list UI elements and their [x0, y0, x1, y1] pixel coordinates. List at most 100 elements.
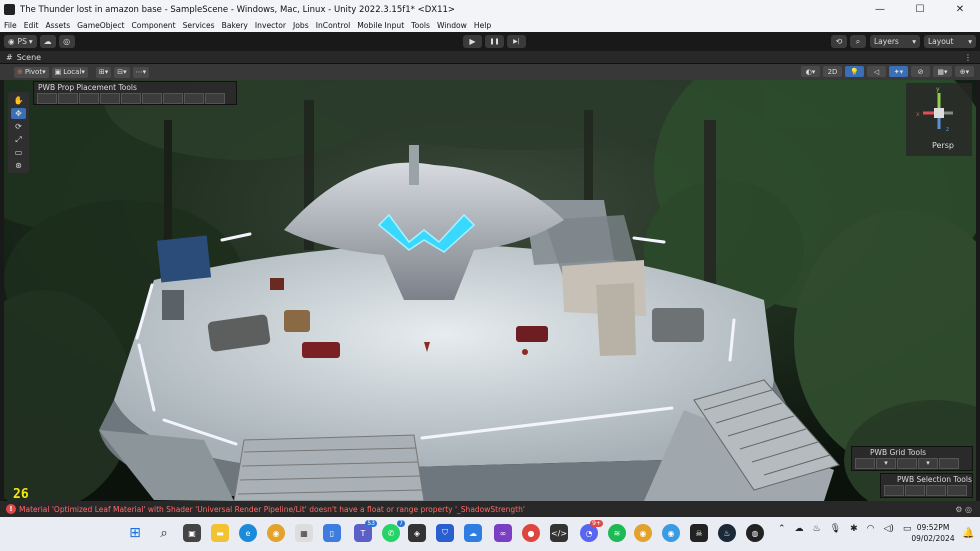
rotate-tool-button[interactable]: ⟳ [11, 121, 26, 132]
edge-button[interactable]: e [239, 524, 257, 542]
pwb-tool-button[interactable] [121, 93, 141, 104]
steam-tray-icon[interactable]: ♨ [813, 524, 821, 534]
mouse-app-button[interactable]: ▯ [323, 524, 341, 542]
discord-button[interactable]: ◔ 9+ [580, 520, 603, 542]
projection-label[interactable]: Persp [932, 141, 954, 150]
shading-mode-button[interactable]: ◐▾ [801, 66, 820, 77]
collab-button[interactable]: ◎ [58, 35, 75, 48]
grid-visibility-button[interactable]: ⊟▾ [114, 66, 130, 78]
teams-button[interactable]: T 53 [354, 520, 377, 542]
notifications-bell-icon[interactable]: 🔔 [962, 528, 974, 539]
layout-dropdown[interactable]: Layout ▾ [924, 35, 976, 48]
pause-button[interactable]: ❚❚ [485, 35, 504, 48]
scene-viewport[interactable] [4, 80, 976, 501]
tray-overflow-icon[interactable]: ⌃ [778, 524, 786, 534]
maximize-button[interactable]: ☐ [900, 0, 940, 19]
menu-services[interactable]: Services [183, 21, 215, 30]
onedrive-tray-icon[interactable]: ☁ [795, 524, 804, 534]
console-status-bar[interactable]: ! Material 'Optimized Leaf Material' wit… [0, 501, 980, 517]
taskbar-clock[interactable]: 09:52PM 09/02/2024 [906, 522, 960, 544]
pwb-tool-button[interactable] [205, 93, 225, 104]
pwb-grid-button[interactable] [939, 458, 959, 469]
transform-tool-button[interactable]: ⊛ [11, 160, 26, 171]
whatsapp-button[interactable]: ✆ 7 [382, 520, 405, 542]
file-explorer-button[interactable]: ▬ [211, 524, 229, 542]
bluetooth-icon[interactable]: ✱ [850, 524, 858, 534]
pwb-tool-button[interactable] [142, 93, 162, 104]
menu-component[interactable]: Component [132, 21, 176, 30]
menu-help[interactable]: Help [474, 21, 491, 30]
increment-snap-button[interactable]: ⋯▾ [132, 66, 150, 78]
pwb-tool-button[interactable] [184, 93, 204, 104]
pwb-tool-button[interactable] [163, 93, 183, 104]
security-button[interactable]: ⛉ [436, 524, 454, 542]
chrome-profile-button[interactable]: ◉ [634, 524, 652, 542]
pwb-selection-button[interactable] [884, 485, 904, 496]
pwb-selection-button[interactable] [947, 485, 967, 496]
mic-icon[interactable]: 🎙 [830, 524, 841, 534]
menu-incontrol[interactable]: InControl [316, 21, 351, 30]
gizmos-button[interactable]: ⊕▾ [955, 66, 974, 77]
close-button[interactable]: ✕ [940, 0, 980, 19]
pwb-tool-button[interactable] [79, 93, 99, 104]
wifi-icon[interactable]: ◠ [867, 524, 875, 534]
task-view-button[interactable]: ▣ [183, 524, 201, 542]
step-button[interactable]: ▶| [507, 35, 526, 48]
audio-toggle[interactable]: ◁ [867, 66, 886, 77]
visual-studio-button[interactable]: ∞ [494, 524, 512, 542]
minimize-button[interactable]: — [860, 0, 900, 19]
menu-window[interactable]: Window [437, 21, 467, 30]
lighting-toggle[interactable]: 💡 [845, 66, 864, 77]
menu-gameobject[interactable]: GameObject [77, 21, 124, 30]
pwb-tool-button[interactable] [58, 93, 78, 104]
local-dropdown[interactable]: ▣ Local ▾ [51, 66, 88, 78]
pwb-tool-button[interactable] [37, 93, 57, 104]
effects-toggle[interactable]: ✦▾ [889, 66, 908, 77]
code-editor-button[interactable]: </> [550, 524, 568, 542]
pwb-selection-button[interactable] [905, 485, 925, 496]
menu-jobs[interactable]: Jobs [293, 21, 309, 30]
tab-scene[interactable]: Scene [17, 53, 41, 62]
pwb-selection-button[interactable] [926, 485, 946, 496]
volume-icon[interactable]: ◁) [883, 524, 893, 534]
steam-button[interactable]: ♨ [718, 524, 736, 542]
play-button[interactable]: ▶ [463, 35, 482, 48]
menu-assets[interactable]: Assets [45, 21, 70, 30]
rect-tool-button[interactable]: ▭ [11, 147, 26, 158]
pwb-grid-dropdown[interactable]: ▾ [876, 458, 896, 469]
pwb-grid-button[interactable] [897, 458, 917, 469]
spotify-button[interactable]: ≋ [608, 524, 626, 542]
search-button[interactable]: ⌕ [850, 35, 866, 48]
menu-edit[interactable]: Edit [24, 21, 39, 30]
account-dropdown[interactable]: ◉ PS ▾ [4, 35, 37, 48]
obs-button[interactable]: ◍ [746, 524, 764, 542]
chrome-profile-2-button[interactable]: ◉ [662, 524, 680, 542]
media-player-button[interactable]: ● [522, 524, 540, 542]
pwb-grid-dropdown[interactable]: ▾ [918, 458, 938, 469]
pwb-tool-button[interactable] [100, 93, 120, 104]
unity-hub-button[interactable]: ◈ [408, 524, 426, 542]
menu-bakery[interactable]: Bakery [222, 21, 248, 30]
cloud-button[interactable]: ☁ [39, 35, 56, 48]
tab-menu-icon[interactable]: ⋮ [964, 53, 972, 62]
game-app-button[interactable]: ☠ [690, 524, 708, 542]
menu-file[interactable]: File [4, 21, 17, 30]
menu-invector[interactable]: Invector [255, 21, 286, 30]
hidden-objects-toggle[interactable]: ⊘ [911, 66, 930, 77]
camera-settings-button[interactable]: ▦▾ [933, 66, 952, 77]
pwb-grid-button[interactable] [855, 458, 875, 469]
onedrive-button[interactable]: ☁ [464, 524, 482, 542]
scale-tool-button[interactable]: ⤢ [11, 134, 26, 145]
chrome-button[interactable]: ◉ [267, 524, 285, 542]
taskbar-search-button[interactable]: ⌕ [155, 524, 173, 542]
history-button[interactable]: ⟲ [831, 35, 847, 48]
menu-mobile-input[interactable]: Mobile Input [357, 21, 404, 30]
grid-snap-button[interactable]: ⊞▾ [95, 66, 112, 78]
layers-dropdown[interactable]: Layers ▾ [870, 35, 920, 48]
mode-2d-button[interactable]: 2D [823, 66, 842, 77]
pivot-dropdown[interactable]: ⊕ Pivot ▾ [14, 66, 49, 78]
console-message[interactable]: Material 'Optimized Leaf Material' with … [19, 505, 525, 514]
hand-tool-button[interactable]: ✋ [11, 95, 26, 106]
menu-tools[interactable]: Tools [411, 21, 430, 30]
calendar-button[interactable]: ▦ [295, 524, 313, 542]
